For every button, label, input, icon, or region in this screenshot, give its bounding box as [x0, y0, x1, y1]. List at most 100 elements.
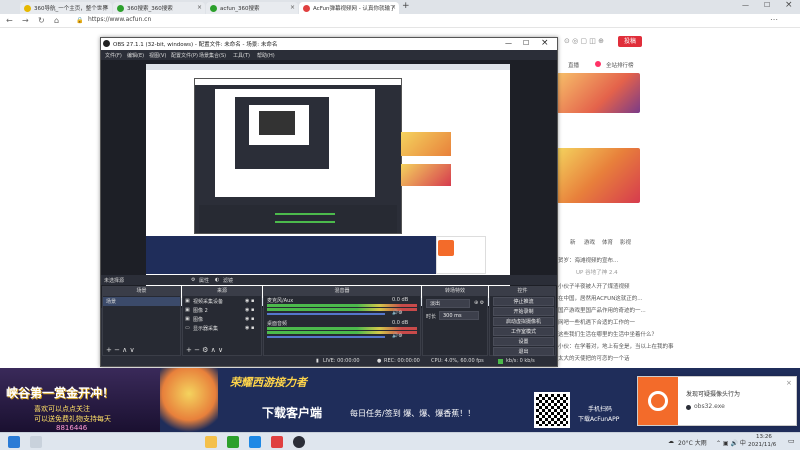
browser-icon[interactable] [227, 436, 239, 448]
app-icon[interactable] [271, 436, 283, 448]
menu-file[interactable]: 文件(F) [105, 52, 122, 59]
maximize-icon[interactable]: ☐ [523, 39, 529, 47]
security-notification[interactable]: 发现可疑摄像头行为 obs32.exe × [637, 376, 797, 426]
menu-icon[interactable]: ⋯ [770, 15, 778, 24]
filters-button[interactable]: 滤镜 [223, 277, 233, 284]
settings-button[interactable]: 设置 [493, 337, 554, 346]
filters-icon[interactable]: ◐ [215, 277, 219, 283]
visibility-icon[interactable]: ◉ ▪ [245, 316, 254, 322]
nav-item[interactable]: 影视 [620, 238, 631, 246]
banner-image[interactable] [557, 148, 640, 203]
duration-input[interactable]: 300 ms [439, 311, 479, 320]
browser-tab[interactable]: 360导航_一个主页，整个世界 × [20, 2, 112, 14]
side-text[interactable]: 小伙子半夜被人开了煤渣视频 [558, 282, 630, 290]
source-toolbar-icons[interactable]: + − ⚙ ∧ ∨ [186, 346, 223, 354]
mixer-track-db: 0.0 dB [392, 297, 409, 303]
clock-date[interactable]: 2021/11/6 [748, 442, 776, 448]
side-text[interactable]: 贺岁：海滩视频的宣布... [558, 256, 618, 264]
tray-icons[interactable]: ⌃ ▣ 🔊 中 [716, 438, 746, 447]
maximize-icon[interactable]: ☐ [764, 1, 770, 9]
close-icon[interactable]: × [541, 38, 549, 48]
notification-center-icon[interactable]: ▭ [788, 437, 795, 445]
source-item[interactable]: 视频采集设备 [193, 298, 223, 305]
browser-tab[interactable]: 360搜索_360搜索 × [113, 2, 205, 14]
side-text[interactable]: 在中国，居然用ACFUN这就正的... [558, 294, 643, 302]
ranking-icon [595, 61, 601, 67]
stop-streaming-button[interactable]: 停止推流 [493, 297, 554, 306]
status-kbps: kb/s: 0 kb/s [506, 358, 535, 364]
ad-download-cta[interactable]: 下载客户端 [262, 404, 322, 421]
scene-toolbar-icons[interactable]: + − ∧ ∨ [106, 346, 135, 354]
tab-close-icon[interactable]: × [197, 4, 202, 11]
menu-profile[interactable]: 配置文件(P) [171, 52, 198, 59]
side-text[interactable]: 小伙：在学着对，地上有全是，当以上在我的事 [558, 342, 674, 350]
side-text: UP 谷地了神 2.4 [576, 270, 618, 276]
menu-view[interactable]: 视图(V) [149, 52, 166, 59]
start-icon[interactable] [8, 436, 20, 448]
virtual-camera-button[interactable]: 启动虚拟摄像机 [493, 317, 554, 326]
tab-close-icon[interactable]: × [391, 4, 396, 11]
visibility-icon[interactable]: ◉ ▪ [245, 325, 254, 331]
nav-item[interactable]: 新 [570, 238, 576, 246]
upload-button[interactable]: 投稿 [618, 36, 642, 47]
volume-meter [267, 327, 417, 330]
url-input[interactable]: https://www.acfun.cn [88, 16, 151, 23]
start-recording-button[interactable]: 开始录制 [493, 307, 554, 316]
obs-taskbar-icon[interactable] [293, 436, 305, 448]
banner-image[interactable] [557, 73, 640, 113]
forward-icon[interactable]: → [22, 16, 29, 25]
side-text[interactable]: 网吧一些机遇下合适的工作的一 [558, 318, 635, 326]
volume-slider[interactable] [267, 336, 385, 338]
side-text[interactable]: 太大的天使把的可恋的一个话 [558, 354, 630, 362]
menu-help[interactable]: 帮助(H) [257, 52, 275, 59]
mute-icon[interactable]: 🔊⚙ [392, 310, 403, 316]
lock-icon: 🔒 [76, 17, 84, 24]
ranking-link[interactable]: 全站排行榜 [606, 61, 634, 69]
menu-tools[interactable]: 工具(T) [233, 52, 250, 59]
tab-close-icon[interactable]: × [290, 4, 295, 11]
exit-button[interactable]: 退出 [493, 347, 554, 356]
side-text[interactable]: 这些我们生活在哪里的生活中坐着什么？ [558, 330, 657, 338]
live-link[interactable]: 直播 [568, 61, 579, 69]
props-icon[interactable]: ⚙ [191, 277, 195, 283]
obs-window[interactable]: OBS 27.1.1 (32-bit, windows) - 配置文件: 未命名… [100, 37, 558, 367]
nav-item[interactable]: 游戏 [584, 238, 595, 246]
live-icon: ▮ [316, 358, 319, 364]
menu-edit[interactable]: 编辑(E) [127, 52, 144, 59]
scene-item[interactable]: 场景 [106, 298, 116, 305]
minimize-icon[interactable]: — [742, 1, 749, 9]
search-icon[interactable] [30, 436, 42, 448]
visibility-icon[interactable]: ◉ ▪ [245, 298, 254, 304]
browser-tab[interactable]: acfun_360搜索 × [206, 2, 298, 14]
explorer-icon[interactable] [205, 436, 217, 448]
side-text[interactable]: 国产游戏里国产品作用的奇迹的一... [558, 306, 646, 314]
weather-text[interactable]: 20°C 大雨 [678, 438, 707, 447]
clock-time[interactable]: 13:26 [756, 434, 772, 440]
menu-scene-collection[interactable]: 场景集合(S) [199, 52, 226, 59]
source-item[interactable]: 图像 [193, 316, 203, 323]
nav-item[interactable]: 体育 [602, 238, 613, 246]
source-icon: ▣ [185, 316, 190, 322]
add-transition-icon[interactable]: ⊕ ⚙ [474, 300, 484, 306]
home-icon[interactable]: ⌂ [54, 16, 59, 25]
studio-mode-button[interactable]: 工作室模式 [493, 327, 554, 336]
tab-close-icon[interactable]: × [104, 4, 109, 11]
volume-slider[interactable] [267, 313, 385, 315]
obs-status-bar: ▮ LIVE: 00:00:00 ● REC: 00:00:00 CPU: 4.… [101, 357, 557, 366]
back-icon[interactable]: ← [6, 16, 13, 25]
close-icon[interactable]: × [786, 379, 792, 387]
source-item[interactable]: 显示器采集 [193, 325, 218, 332]
mute-icon[interactable]: 🔊⚙ [392, 333, 403, 339]
edge-icon[interactable] [249, 436, 261, 448]
source-item[interactable]: 图像 2 [193, 307, 208, 314]
transition-select[interactable]: 淡出 [426, 299, 470, 308]
new-tab-icon[interactable]: + [402, 1, 410, 11]
props-button[interactable]: 属性 [199, 277, 209, 284]
minimize-icon[interactable]: — [505, 39, 512, 47]
source-icon: ▣ [185, 298, 190, 304]
visibility-icon[interactable]: ◉ ▪ [245, 307, 254, 313]
tab-favicon-icon [210, 5, 217, 12]
reload-icon[interactable]: ↻ [38, 16, 45, 25]
browser-tab-active[interactable]: AcFun弹幕视频网 - 认真你就输了 × [299, 2, 399, 14]
window-close-icon[interactable]: × [785, 0, 793, 10]
